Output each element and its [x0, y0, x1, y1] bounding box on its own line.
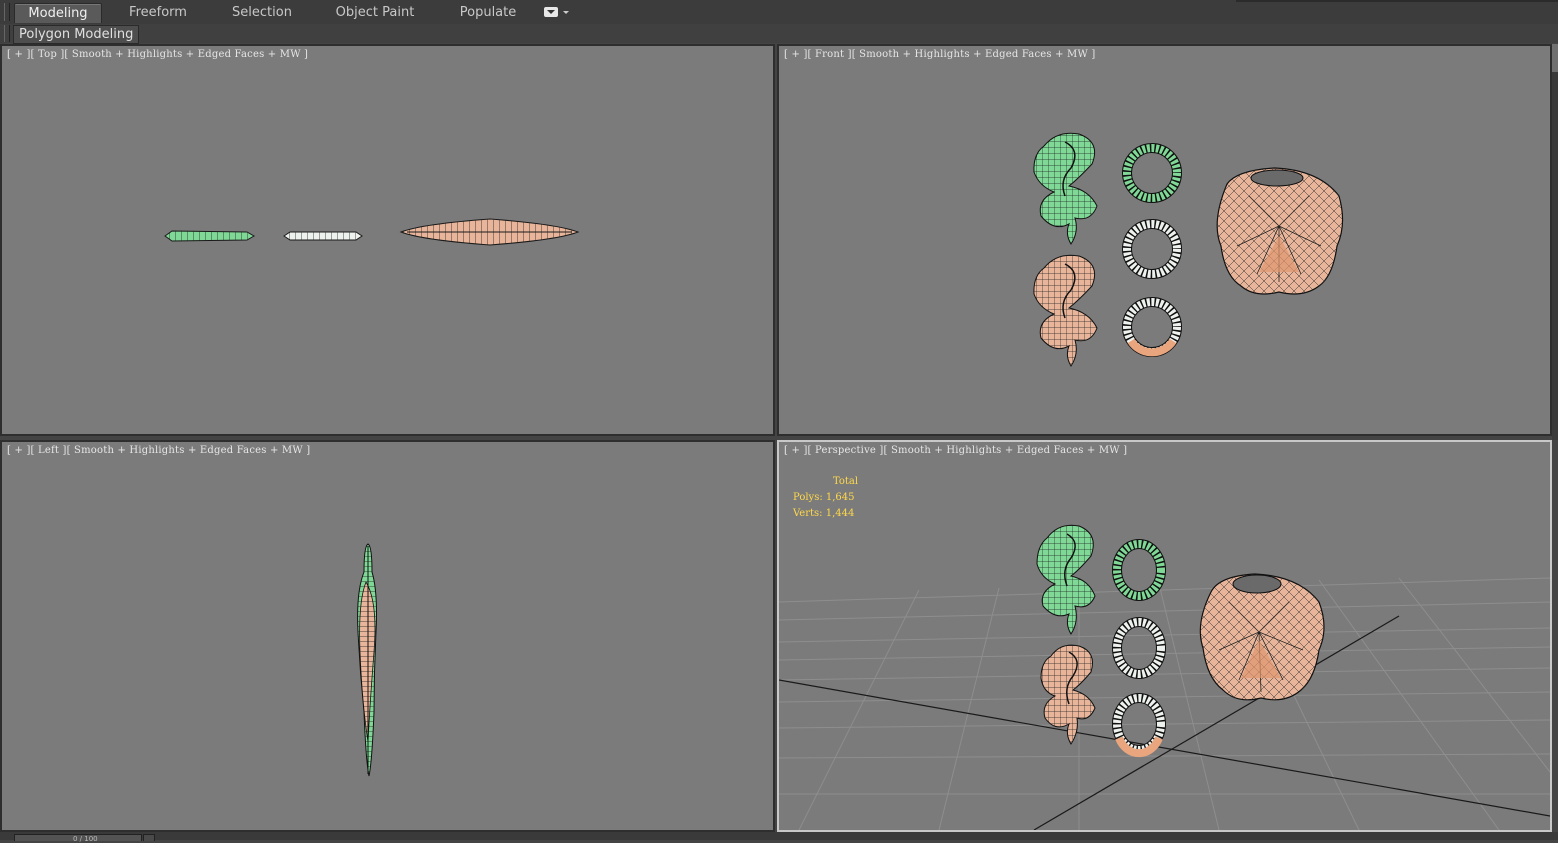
persp-green-ring — [1112, 539, 1166, 601]
tab-selection[interactable]: Selection — [220, 3, 304, 22]
chevron-down-icon[interactable] — [563, 11, 569, 14]
viewport-front[interactable]: [ + ][ Front ][ Smooth + Highlights + Ed… — [777, 44, 1552, 436]
front-pendant-mesh — [1216, 167, 1344, 295]
tab-modeling[interactable]: Modeling — [14, 3, 102, 23]
timeline-bar: 0 / 100 — [0, 832, 1558, 843]
top-white-mesh — [283, 231, 363, 241]
viewport-top[interactable]: [ + ][ Top ][ Smooth + Highlights + Edge… — [0, 44, 775, 436]
ribbon-grip-handle[interactable] — [4, 3, 10, 21]
front-white-ring — [1122, 219, 1182, 279]
top-view-scene — [164, 218, 580, 246]
top-green-mesh — [164, 230, 256, 242]
stats-overlay: Total Polys: 1,645 Verts: 1,444 — [793, 474, 858, 522]
stats-verts: Verts: 1,444 — [793, 508, 855, 519]
time-slider-counter: 0 / 100 — [73, 835, 98, 843]
ribbon-bar: Modeling Freeform Selection Object Paint… — [0, 0, 1558, 25]
viewport-scrollbar[interactable] — [1552, 44, 1558, 440]
stats-polys: Polys: 1,645 — [793, 492, 855, 503]
front-peach-ornament — [1033, 254, 1098, 367]
left-view-scene — [357, 543, 377, 777]
viewport-left[interactable]: [ + ][ Left ][ Smooth + Highlights + Edg… — [0, 440, 775, 832]
scrollbar-thumb[interactable] — [1552, 44, 1558, 72]
persp-pendant-mesh — [1199, 573, 1325, 701]
tab-object-paint[interactable]: Object Paint — [330, 3, 420, 22]
persp-white-ring — [1112, 617, 1166, 679]
perspective-view-scene — [779, 524, 1550, 830]
polygon-modeling-panel-button[interactable]: Polygon Modeling — [13, 25, 140, 44]
persp-peach-ring — [1112, 693, 1166, 758]
ribbon-panel-bar: Polygon Modeling — [0, 24, 1558, 44]
ribbon-edge — [1236, 0, 1558, 2]
top-peach-mesh — [399, 218, 580, 246]
front-peach-ring — [1122, 297, 1182, 357]
perspective-ground-grid — [779, 577, 1550, 830]
front-view-scene — [1033, 132, 1344, 367]
stats-title: Total — [833, 476, 859, 487]
front-green-ring — [1122, 143, 1182, 203]
left-side-mesh — [357, 543, 377, 777]
persp-peach-ornament — [1040, 644, 1096, 745]
tab-freeform[interactable]: Freeform — [116, 3, 200, 22]
tab-populate[interactable]: Populate — [446, 3, 530, 22]
panel-grip-handle[interactable] — [4, 25, 10, 42]
viewport-perspective[interactable]: [ + ][ Perspective ][ Smooth + Highlight… — [777, 440, 1552, 832]
front-green-ornament — [1033, 132, 1098, 245]
persp-green-ornament — [1036, 524, 1096, 635]
dropdown-menu-icon[interactable] — [544, 7, 558, 17]
